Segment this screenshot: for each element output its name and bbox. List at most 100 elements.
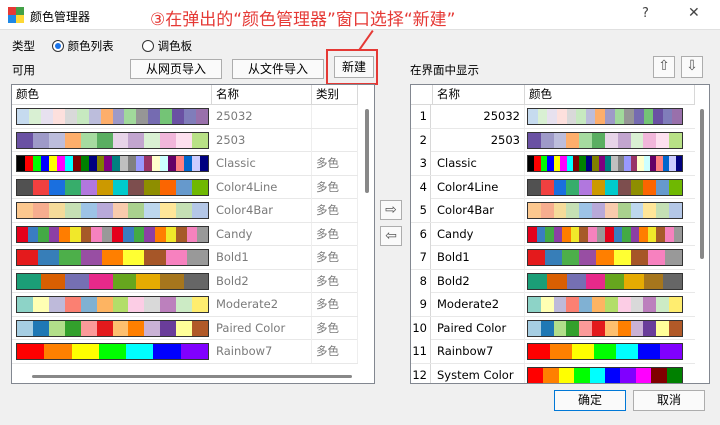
color-swatch — [192, 320, 209, 336]
color-swatch — [604, 179, 618, 195]
list-item[interactable]: 25032 — [12, 105, 358, 129]
move-left-button[interactable]: ⇦ — [380, 226, 402, 246]
left-scroll-thumb[interactable] — [365, 109, 369, 193]
list-item[interactable]: 6 Candy — [411, 222, 695, 246]
close-button[interactable]: ✕ — [688, 5, 700, 21]
row-index: 2 — [411, 128, 431, 152]
ok-button[interactable]: 确定 — [554, 390, 626, 411]
color-swatch — [669, 179, 682, 195]
color-strip — [16, 178, 209, 196]
list-item[interactable]: 7 Bold1 — [411, 246, 695, 270]
palette-category: 多色 — [312, 269, 358, 293]
list-item[interactable]: Bold1 多色 — [12, 246, 358, 270]
color-swatch — [579, 179, 593, 195]
color-swatch — [540, 320, 554, 336]
color-swatch — [630, 250, 648, 265]
color-swatch — [144, 250, 166, 265]
list-item[interactable]: Rainbow7 多色 — [12, 340, 358, 364]
palette-name: Moderate2 — [212, 293, 312, 316]
move-down-button[interactable]: ⇩ — [681, 56, 703, 78]
col-header-color-right[interactable]: 颜色 — [525, 85, 695, 105]
list-item[interactable]: 12System Color List — [411, 363, 695, 383]
color-swatch — [98, 344, 127, 359]
list-item[interactable]: 9 Moderate2 — [411, 293, 695, 317]
color-swatch — [675, 156, 683, 171]
color-swatch — [96, 179, 113, 195]
palette-category: 多色 — [312, 293, 358, 316]
displayed-list[interactable]: 名称 颜色 1 25032 2 2503 3 Classic 4 Color4Line 5 Col… — [410, 84, 710, 384]
list-item[interactable]: Moderate2 多色 — [12, 293, 358, 317]
color-swatch — [666, 367, 683, 383]
color-swatch — [624, 109, 634, 124]
color-swatch — [64, 156, 73, 171]
col-header-category[interactable]: 类别 — [312, 85, 358, 105]
available-list[interactable]: 颜色 名称 类别 25032 2503 Classic 多色 Color4Line 多色 C… — [11, 84, 375, 384]
move-right-button[interactable]: ⇨ — [380, 200, 402, 220]
right-scroll-thumb[interactable] — [700, 109, 704, 259]
color-swatch — [59, 226, 71, 242]
color-swatch — [48, 226, 60, 242]
list-item[interactable]: Bold2 多色 — [12, 269, 358, 293]
radio-color-list[interactable]: 颜色列表 — [52, 38, 114, 54]
palette-icon — [8, 7, 24, 23]
radio-palette[interactable]: 调色板 — [142, 38, 192, 54]
color-swatch — [592, 132, 605, 148]
color-swatch — [605, 273, 625, 289]
list-item[interactable]: 3 Classic — [411, 152, 695, 176]
list-item[interactable]: Paired Color 多色 — [12, 316, 358, 340]
color-swatch — [176, 203, 193, 218]
color-swatch — [669, 297, 682, 312]
color-swatch — [579, 226, 588, 242]
color-swatch — [545, 226, 554, 242]
color-swatch — [144, 132, 161, 148]
color-swatch — [528, 344, 550, 359]
right-vscrollbar[interactable] — [697, 103, 707, 373]
color-swatch — [617, 132, 631, 148]
list-item[interactable]: Candy 多色 — [12, 222, 358, 246]
import-from-file-button[interactable]: 从文件导入 — [232, 59, 324, 79]
list-item[interactable]: Classic 多色 — [12, 152, 358, 176]
palette-category — [312, 128, 358, 152]
list-item[interactable]: 1 25032 — [411, 105, 695, 129]
color-swatch — [96, 132, 113, 148]
col-header-name[interactable]: 名称 — [212, 85, 312, 105]
color-swatch — [579, 297, 593, 312]
import-from-web-button[interactable]: 从网页导入 — [130, 59, 222, 79]
list-item[interactable]: 4 Color4Line — [411, 175, 695, 199]
color-swatch — [528, 179, 541, 195]
color-swatch — [633, 109, 644, 124]
left-vscrollbar[interactable] — [362, 103, 372, 373]
color-swatch — [630, 179, 644, 195]
row-index: 10 — [411, 316, 431, 340]
list-item[interactable]: Color4Bar 多色 — [12, 199, 358, 223]
left-hscrollbar[interactable] — [32, 375, 352, 378]
help-button[interactable]: ? — [642, 6, 649, 21]
list-item[interactable]: 2 2503 — [411, 128, 695, 152]
color-swatch — [562, 250, 580, 265]
list-item[interactable]: 10 Paired Color — [411, 316, 695, 340]
color-swatch — [553, 297, 567, 312]
color-swatch — [669, 320, 682, 336]
color-swatch — [643, 320, 657, 336]
col-header-name-right[interactable]: 名称 — [433, 85, 525, 105]
title-bar: 颜色管理器 ③在弹出的“颜色管理器”窗口选择“新建” ? ✕ — [0, 0, 720, 30]
col-header-color[interactable]: 颜色 — [12, 85, 212, 105]
color-swatch — [136, 109, 149, 124]
move-up-button[interactable]: ⇧ — [653, 56, 675, 78]
color-swatch — [17, 250, 39, 265]
color-swatch — [545, 250, 563, 265]
color-swatch — [589, 367, 606, 383]
list-item[interactable]: 8 Bold2 — [411, 269, 695, 293]
color-swatch — [40, 109, 53, 124]
list-item[interactable]: Color4Line 多色 — [12, 175, 358, 199]
color-swatch — [128, 297, 145, 312]
list-item[interactable]: 11 Rainbow7 — [411, 340, 695, 364]
color-swatch — [528, 367, 544, 383]
color-swatch — [184, 109, 197, 124]
list-item[interactable]: 2503 — [12, 128, 358, 152]
color-swatch — [186, 250, 208, 265]
color-swatch — [133, 226, 145, 242]
cancel-button[interactable]: 取消 — [633, 390, 705, 411]
color-strip — [527, 272, 683, 290]
list-item[interactable]: 5 Color4Bar — [411, 199, 695, 223]
